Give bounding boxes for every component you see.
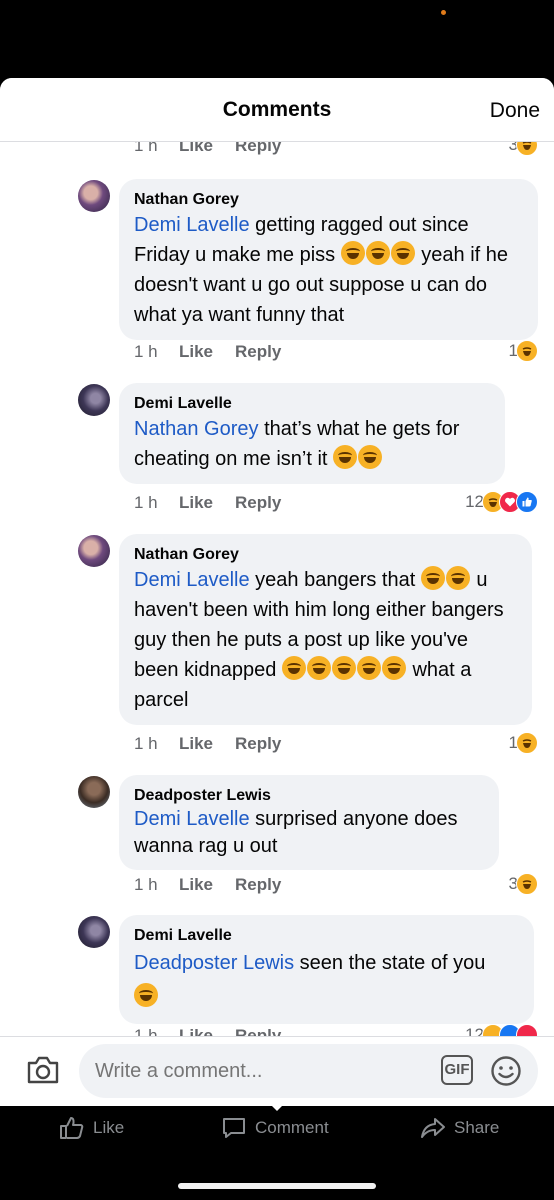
- home-indicator[interactable]: [178, 1183, 376, 1189]
- comment-composer: GIF: [0, 1036, 554, 1106]
- comments-list[interactable]: 1 h Like Reply 3 Nathan Gorey Demi Lavel…: [0, 142, 554, 1036]
- page-title: Comments: [222, 98, 332, 121]
- comment-text: Nathan Gorey that’s what he gets for che…: [134, 414, 491, 474]
- rofl-emoji-icon: [365, 241, 390, 265]
- comment-time: 1 h: [134, 875, 158, 894]
- sheet-pointer: [266, 1100, 288, 1111]
- comment-bubble-icon: [223, 1118, 245, 1138]
- comment-actions: 1 h Like Reply 12: [134, 491, 538, 515]
- like-link[interactable]: Like: [179, 734, 213, 754]
- comment-text: Demi Lavelle getting ragged out since Fr…: [134, 210, 524, 330]
- rofl-emoji-icon: [356, 656, 381, 680]
- comments-sheet: Comments Done 1 h Like Reply 3 Nathan Go…: [0, 78, 554, 1106]
- rofl-emoji-icon: [445, 566, 470, 590]
- emoji-picker-icon[interactable]: [490, 1055, 522, 1087]
- haha-reaction-icon: [516, 142, 538, 156]
- comment-actions: 1 h Like Reply 12: [134, 1024, 538, 1036]
- avatar[interactable]: [78, 180, 110, 212]
- reaction-summary[interactable]: 12: [465, 1024, 538, 1036]
- share-arrow-icon: [421, 1118, 445, 1138]
- share-action[interactable]: Share: [420, 1116, 499, 1140]
- comment-actions: 1 h Like Reply 1: [134, 732, 538, 756]
- done-button[interactable]: Done: [490, 99, 540, 123]
- like-reaction-icon: [516, 491, 538, 513]
- like-action-label: Like: [93, 1118, 125, 1137]
- comment-bubble[interactable]: Demi Lavelle Deadposter Lewis seen the s…: [119, 915, 534, 1024]
- reply-link[interactable]: Reply: [235, 875, 281, 895]
- comment-author[interactable]: Nathan Gorey: [134, 190, 524, 210]
- mention-link[interactable]: Demi Lavelle: [134, 214, 250, 236]
- comment-author[interactable]: Demi Lavelle: [134, 926, 520, 946]
- reply-link[interactable]: Reply: [235, 142, 281, 156]
- thumbs-up-icon: [60, 1117, 84, 1139]
- comment-text: Demi Lavelle yeah bangers that u haven't…: [134, 565, 518, 715]
- gif-button[interactable]: GIF: [441, 1055, 473, 1085]
- comment-text-part: yeah bangers that: [249, 569, 421, 591]
- reaction-summary[interactable]: 3: [509, 142, 538, 156]
- comment-time: 1 h: [134, 1026, 158, 1036]
- comment-time: 1 h: [134, 734, 158, 753]
- comment-text-part: seen the state of you: [294, 952, 486, 974]
- mention-link[interactable]: Nathan Gorey: [134, 418, 259, 440]
- comment-bubble[interactable]: Nathan Gorey Demi Lavelle yeah bangers t…: [119, 534, 532, 725]
- avatar[interactable]: [78, 916, 110, 948]
- comment-text: Demi Lavelle surprised anyone does wanna…: [134, 806, 485, 860]
- rofl-emoji-icon: [306, 656, 331, 680]
- rofl-emoji-icon: [381, 656, 406, 680]
- mention-link[interactable]: Demi Lavelle: [134, 808, 250, 830]
- share-action-label: Share: [454, 1118, 500, 1137]
- reaction-summary[interactable]: 3: [509, 873, 538, 895]
- haha-reaction-icon: [516, 340, 538, 362]
- comment-time: 1 h: [134, 493, 158, 512]
- camera-icon[interactable]: [26, 1055, 60, 1085]
- comment-bubble[interactable]: Demi Lavelle Nathan Gorey that’s what he…: [119, 383, 505, 484]
- reaction-summary[interactable]: 12: [465, 491, 538, 513]
- haha-reaction-icon: [516, 873, 538, 895]
- comment-actions: 1 h Like Reply 1: [134, 340, 538, 364]
- comment-action-label: Comment: [255, 1118, 329, 1137]
- rofl-emoji-icon: [358, 445, 382, 469]
- like-link[interactable]: Like: [179, 142, 213, 156]
- haha-reaction-icon: [516, 732, 538, 754]
- comment-time: 1 h: [134, 342, 158, 361]
- comment-action[interactable]: Comment: [221, 1116, 329, 1140]
- like-link[interactable]: Like: [179, 875, 213, 895]
- avatar[interactable]: [78, 535, 110, 567]
- love-reaction-icon: [516, 1024, 538, 1036]
- comment-bubble[interactable]: Nathan Gorey Demi Lavelle getting ragged…: [119, 179, 538, 340]
- rofl-emoji-icon: [331, 656, 356, 680]
- rofl-emoji-icon: [281, 656, 306, 680]
- rofl-emoji-icon: [333, 445, 357, 469]
- mention-link[interactable]: Demi Lavelle: [134, 569, 250, 591]
- rofl-emoji-icon: [420, 566, 445, 590]
- status-indicator-dot: [441, 10, 446, 15]
- rofl-emoji-icon: [340, 241, 365, 265]
- sheet-header: Comments Done: [0, 78, 554, 142]
- reaction-summary[interactable]: 1: [509, 340, 538, 362]
- mention-link[interactable]: Deadposter Lewis: [134, 952, 294, 974]
- comment-actions: 1 h Like Reply 3: [134, 142, 538, 158]
- like-link[interactable]: Like: [179, 493, 213, 513]
- comment-bubble[interactable]: Deadposter Lewis Demi Lavelle surprised …: [119, 775, 499, 870]
- rofl-emoji-icon: [134, 983, 158, 1007]
- reply-link[interactable]: Reply: [235, 342, 281, 362]
- comment-author[interactable]: Demi Lavelle: [134, 394, 491, 414]
- reaction-summary[interactable]: 1: [509, 732, 538, 754]
- rofl-emoji-icon: [390, 241, 415, 265]
- comment-actions: 1 h Like Reply 3: [134, 873, 538, 897]
- comment-author[interactable]: Nathan Gorey: [134, 545, 518, 565]
- avatar[interactable]: [78, 384, 110, 416]
- reply-link[interactable]: Reply: [235, 1026, 281, 1036]
- like-link[interactable]: Like: [179, 342, 213, 362]
- comment-text: Deadposter Lewis seen the state of you: [134, 946, 520, 1014]
- like-action[interactable]: Like: [59, 1116, 124, 1140]
- comment-time: 1 h: [134, 142, 158, 155]
- reply-link[interactable]: Reply: [235, 734, 281, 754]
- avatar[interactable]: [78, 776, 110, 808]
- reply-link[interactable]: Reply: [235, 493, 281, 513]
- comment-author[interactable]: Deadposter Lewis: [134, 786, 485, 806]
- like-link[interactable]: Like: [179, 1026, 213, 1036]
